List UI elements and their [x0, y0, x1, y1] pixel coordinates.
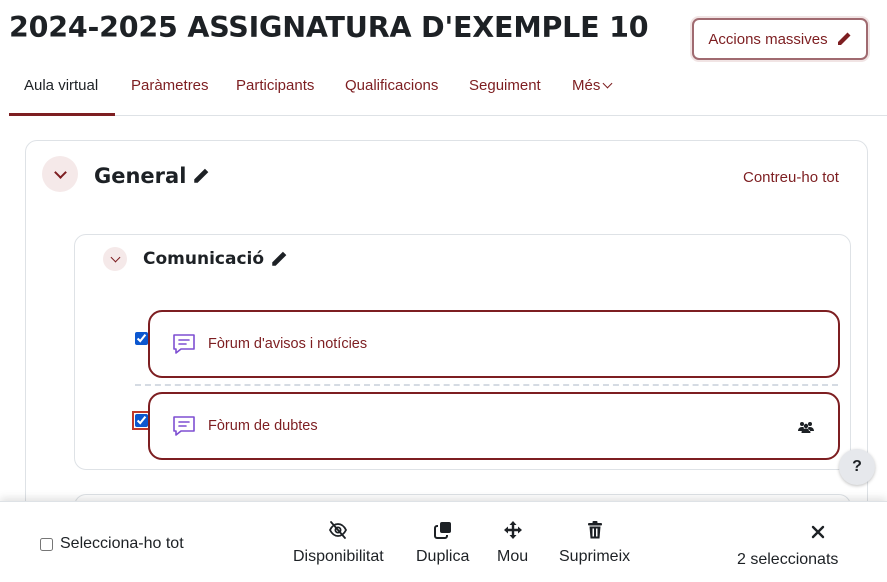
select-all-label: Selecciona-ho tot	[60, 535, 184, 552]
chevron-down-icon	[53, 165, 67, 179]
tab-aula-virtual[interactable]: Aula virtual	[24, 77, 98, 94]
pencil-icon[interactable]	[270, 250, 288, 268]
activity-item[interactable]: Fòrum de dubtes	[148, 392, 840, 460]
delete-button[interactable]: Suprimeix	[559, 520, 630, 566]
activity-name[interactable]: Fòrum d'avisos i notícies	[208, 336, 367, 352]
selected-count: 2 seleccionats	[737, 551, 839, 568]
page-title: 2024-2025 ASSIGNATURA D'EXEMPLE 10	[9, 11, 649, 44]
section-title-text: General	[94, 164, 187, 188]
active-tab-indicator	[9, 113, 115, 116]
duplicate-button[interactable]: Duplica	[416, 520, 469, 566]
move-icon	[503, 521, 522, 539]
activity-checkbox-input[interactable]	[135, 332, 148, 345]
drop-divider	[135, 384, 838, 386]
activity-item[interactable]: Fòrum d'avisos i notícies	[148, 310, 840, 378]
activity-checkbox-input[interactable]	[135, 414, 148, 427]
subsection-collapse-button[interactable]	[103, 247, 127, 271]
duplicate-label: Duplica	[416, 548, 470, 565]
chevron-down-icon	[602, 78, 613, 89]
move-button[interactable]: Mou	[497, 520, 528, 566]
select-all-checkbox[interactable]: Selecciona-ho tot	[40, 535, 184, 553]
trash-icon	[587, 521, 602, 539]
eye-slash-icon	[329, 521, 348, 539]
chevron-down-icon	[110, 252, 120, 262]
collapse-all-link[interactable]: Contreu-ho tot	[743, 169, 839, 186]
copy-icon	[433, 522, 451, 539]
activity-checkbox[interactable]	[135, 332, 148, 345]
forum-icon	[173, 416, 195, 436]
close-icon[interactable]	[810, 524, 826, 540]
subsection-title-text: Comunicació	[143, 249, 265, 269]
activity-name[interactable]: Fòrum de dubtes	[208, 418, 318, 434]
tab-qualificacions[interactable]: Qualificacions	[345, 77, 438, 94]
subsection-title: Comunicació	[143, 249, 288, 269]
help-button[interactable]: ?	[839, 449, 875, 485]
pencil-icon	[837, 32, 851, 45]
course-nav: Aula virtual Paràmetres Participants Qua…	[9, 64, 887, 116]
bulk-actions-label: Accions massives	[708, 30, 828, 48]
availability-button[interactable]: Disponibilitat	[293, 520, 384, 566]
group-icon	[798, 422, 814, 433]
section-title: General	[94, 164, 210, 188]
delete-label: Suprimeix	[559, 548, 631, 565]
tab-participants[interactable]: Participants	[236, 77, 314, 94]
forum-icon	[173, 334, 195, 354]
activity-checkbox[interactable]	[132, 411, 151, 430]
pencil-icon[interactable]	[192, 167, 210, 185]
bulk-actions-button[interactable]: Accions massives	[692, 18, 868, 60]
section-collapse-button[interactable]	[42, 156, 78, 192]
tab-seguiment[interactable]: Seguiment	[469, 77, 541, 94]
tab-parametres[interactable]: Paràmetres	[131, 77, 209, 94]
bulk-edit-footer: Selecciona-ho tot Disponibilitat Duplica…	[0, 501, 887, 582]
tab-mes-label: Més	[572, 77, 601, 94]
select-all-input[interactable]	[40, 537, 53, 551]
move-label: Mou	[497, 548, 529, 565]
tab-mes[interactable]: Més	[572, 77, 613, 94]
availability-label: Disponibilitat	[293, 548, 384, 565]
